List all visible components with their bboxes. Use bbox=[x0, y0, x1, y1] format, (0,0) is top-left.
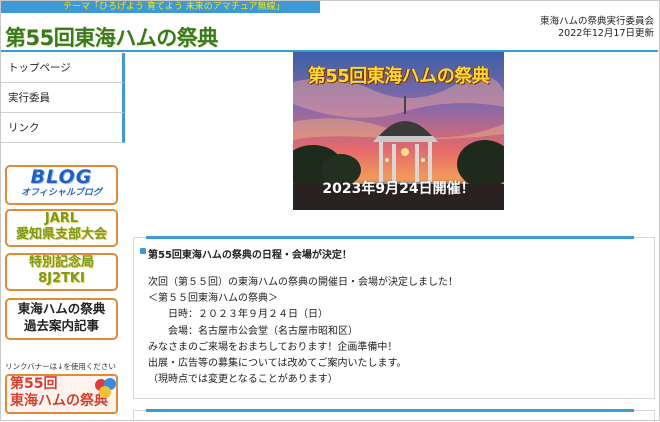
bullet-icon bbox=[140, 248, 146, 254]
sidebar-nav: トップページ 実行委員 リンク bbox=[1, 53, 125, 143]
site-title[interactable]: 第55回東海ハムの祭典 bbox=[5, 22, 218, 52]
past-articles-banner[interactable]: 東海ハムの祭典 過去案内記事 bbox=[5, 298, 118, 340]
next-article-card bbox=[133, 409, 655, 422]
link-banner-note: リンクバナーは↓を使用ください bbox=[5, 362, 116, 371]
past-banner-line2: 過去案内記事 bbox=[23, 318, 99, 333]
jarl-banner[interactable]: JARL 愛知県支部大会 bbox=[5, 209, 118, 247]
nav-item-committee[interactable]: 実行委員 bbox=[1, 83, 125, 113]
blog-banner[interactable]: BLOG オフィシャルブログ bbox=[5, 165, 118, 205]
organizer-name: 東海ハムの祭典実行委員会 bbox=[539, 16, 654, 27]
theme-bar: テーマ「ひろげよう 育てよう 未来のアマチュア無線」 bbox=[1, 1, 320, 13]
blog-banner-subtitle: オフィシャルブログ bbox=[21, 188, 102, 198]
article-title: 第55回東海ハムの祭典の日程・会場が決定！ bbox=[148, 250, 352, 261]
news-article: 第55回東海ハムの祭典の日程・会場が決定！ 次回（第５５回）の東海ハムの祭典の開… bbox=[133, 236, 655, 399]
hero-date: 2023年9月24日開催！ bbox=[322, 181, 475, 197]
jarl-banner-line1: JARL bbox=[44, 211, 79, 226]
nav-item-top[interactable]: トップページ bbox=[1, 53, 125, 83]
hero-image: 第55回東海ハムの祭典 2023年9月24日開催！ bbox=[293, 52, 504, 210]
article-body: 次回（第５５回）の東海ハムの祭典の開催日・会場が決定しました！ ＜第５５回東海ハ… bbox=[148, 277, 458, 386]
past-banner-line1: 東海ハムの祭典 bbox=[17, 301, 106, 316]
special-station-banner[interactable]: 特別記念局 8J2TKI bbox=[5, 253, 118, 291]
jarl-banner-line2: 愛知県支部大会 bbox=[15, 227, 107, 242]
hero-title: 第55回東海ハムの祭典 bbox=[307, 66, 490, 87]
card2-accent-bar bbox=[146, 409, 634, 412]
header-info: 東海ハムの祭典実行委員会 2022年12月17日更新 bbox=[540, 16, 654, 40]
balloon-icon-yellow bbox=[99, 386, 111, 398]
fest-link-banner[interactable]: 第55回 東海ハムの祭典 bbox=[5, 374, 118, 414]
theme-text: テーマ「ひろげよう 育てよう 未来のアマチュア無線」 bbox=[63, 2, 285, 12]
nav-item-links[interactable]: リンク bbox=[1, 113, 125, 143]
special-banner-line2: 8J2TKI bbox=[38, 271, 85, 286]
updated-date: 2022年12月17日更新 bbox=[558, 28, 654, 39]
card-accent-bar bbox=[146, 236, 634, 239]
blog-banner-title: BLOG bbox=[30, 166, 93, 188]
special-banner-line1: 特別記念局 bbox=[28, 255, 94, 270]
